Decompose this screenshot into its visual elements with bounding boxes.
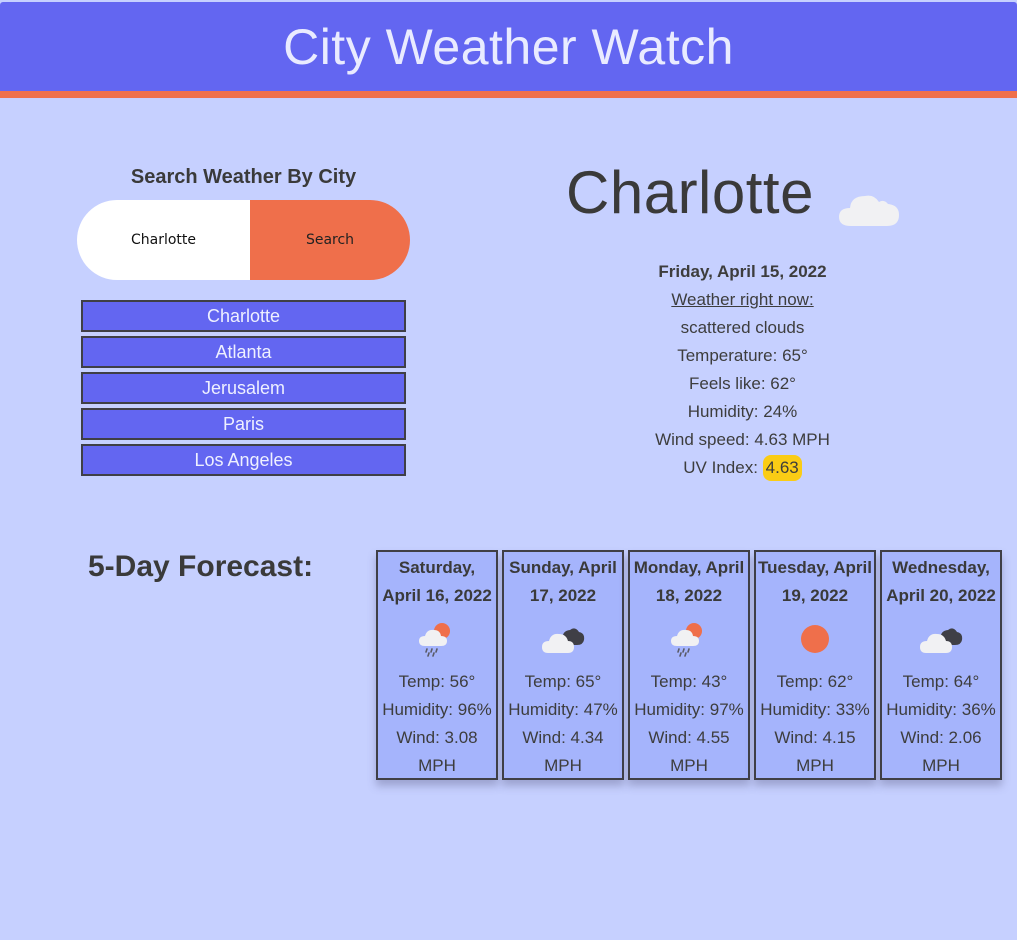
forecast-wind: Wind: 4.34 MPH (522, 728, 604, 775)
current-wind-speed: Wind speed: 4.63 MPH (655, 430, 830, 449)
forecast-cards: Saturday, April 16, 2022 Temp: 56° Humid… (376, 550, 1006, 780)
forecast-date: Monday, April 18, 2022 (633, 558, 745, 605)
forecast-humidity: Humidity: 33% (760, 700, 870, 719)
forecast-humidity: Humidity: 97% (634, 700, 744, 719)
app-header: City Weather Watch (0, 2, 1017, 98)
forecast-date: Wednesday, April 20, 2022 (886, 558, 996, 605)
weather-description: scattered clouds (680, 318, 805, 337)
uv-index-badge: 4.63 (762, 455, 802, 481)
forecast-temp: Temp: 43° (650, 672, 728, 691)
city-search-input[interactable] (77, 200, 250, 280)
sun-icon (801, 625, 829, 653)
forecast-card: Saturday, April 16, 2022 Temp: 56° Humid… (376, 550, 498, 780)
forecast-card: Wednesday, April 20, 2022 Temp: 64° Humi… (880, 550, 1002, 780)
weather-now-label: Weather right now: (671, 290, 814, 309)
history-button-los-angeles[interactable]: Los Angeles (81, 444, 406, 476)
search-bar: Search (77, 200, 410, 280)
current-city-name: Charlotte (566, 159, 814, 226)
forecast-humidity: Humidity: 96% (382, 700, 492, 719)
search-title: Search Weather By City (130, 166, 357, 188)
history-button-paris[interactable]: Paris (81, 408, 406, 440)
history-button-atlanta[interactable]: Atlanta (81, 336, 406, 368)
forecast-temp: Temp: 65° (524, 672, 602, 691)
search-button[interactable]: Search (250, 200, 410, 280)
current-details: Friday, April 15, 2022 Weather right now… (580, 258, 905, 482)
forecast-title: 5-Day Forecast: (88, 550, 314, 583)
forecast-wind: Wind: 2.06 MPH (900, 728, 982, 775)
forecast-humidity: Humidity: 47% (508, 700, 618, 719)
current-temperature: Temperature: 65° (677, 346, 808, 365)
history-button-charlotte[interactable]: Charlotte (81, 300, 406, 332)
current-humidity: Humidity: 24% (687, 402, 798, 421)
uv-index-row: UV Index: 4.63 (580, 454, 905, 482)
current-date: Friday, April 15, 2022 (658, 262, 827, 281)
dark-clouds-icon (920, 628, 963, 653)
forecast-temp: Temp: 56° (398, 672, 476, 691)
uv-index-label: UV Index: (683, 458, 763, 477)
current-feels-like: Feels like: 62° (689, 374, 796, 393)
forecast-wind: Wind: 4.15 MPH (774, 728, 856, 775)
rain-sun-icon (419, 623, 450, 657)
dark-clouds-icon (542, 628, 585, 653)
search-history: Charlotte Atlanta Jerusalem Paris Los An… (81, 300, 406, 480)
forecast-wind: Wind: 4.55 MPH (648, 728, 730, 775)
current-weather: Charlotte Friday, April 15, 2022 Weather… (480, 150, 1005, 481)
cloud-icon (839, 195, 899, 226)
forecast-temp: Temp: 64° (902, 672, 980, 691)
forecast-date: Tuesday, April 19, 2022 (758, 558, 872, 605)
forecast-card: Tuesday, April 19, 2022 Temp: 62° Humidi… (754, 550, 876, 780)
app-title: City Weather Watch (283, 19, 734, 75)
forecast-card: Monday, April 18, 2022 Temp: 43° Humidit… (628, 550, 750, 780)
forecast-wind: Wind: 3.08 MPH (396, 728, 478, 775)
forecast-date: Sunday, April 17, 2022 (509, 558, 617, 605)
forecast-humidity: Humidity: 36% (886, 700, 996, 719)
forecast-card: Sunday, April 17, 2022 Temp: 65° Humidit… (502, 550, 624, 780)
forecast-temp: Temp: 62° (776, 672, 854, 691)
forecast-date: Saturday, April 16, 2022 (382, 558, 492, 605)
history-button-jerusalem[interactable]: Jerusalem (81, 372, 406, 404)
rain-sun-icon (671, 623, 702, 657)
